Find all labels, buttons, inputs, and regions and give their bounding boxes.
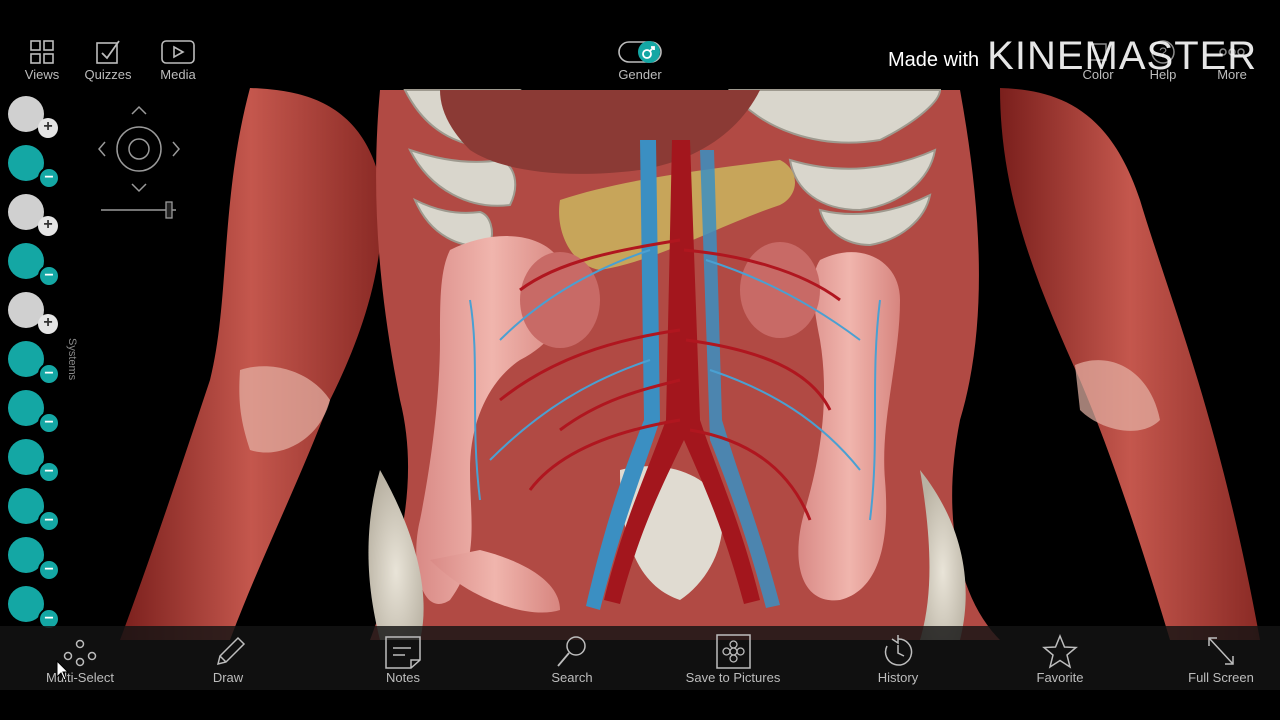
remove-icon: − (38, 412, 60, 434)
search-label: Search (551, 670, 593, 685)
notes-label: Notes (386, 670, 420, 685)
history-button[interactable]: History (838, 626, 958, 690)
system-connective-button[interactable]: + (4, 190, 62, 239)
media-button[interactable]: Media (143, 28, 213, 84)
media-label: Media (160, 67, 196, 82)
color-button[interactable]: Color (1063, 28, 1133, 84)
quizzes-label: Quizzes (84, 67, 132, 82)
help-question-icon: ? (1151, 40, 1175, 64)
gender-toggle-icon (618, 41, 662, 63)
add-icon: + (38, 118, 58, 138)
svg-text:?: ? (1159, 44, 1167, 60)
more-button[interactable]: More (1197, 28, 1267, 84)
system-urinary-button[interactable]: − (4, 533, 62, 582)
color-palette-icon (1089, 43, 1107, 61)
system-reproductive-button[interactable]: − (4, 582, 62, 631)
favorite-button[interactable]: Favorite (1000, 626, 1120, 690)
star-icon (1042, 634, 1078, 669)
help-label: Help (1149, 67, 1177, 82)
color-label: Color (1082, 67, 1114, 82)
gender-toggle[interactable]: Gender (605, 28, 675, 84)
notes-icon (385, 636, 421, 669)
navigation-control (96, 100, 182, 230)
expand-arrows-icon (1208, 637, 1234, 665)
quizzes-button[interactable]: Quizzes (73, 28, 143, 84)
gender-label: Gender (618, 67, 662, 82)
help-button[interactable]: ? Help (1128, 28, 1198, 84)
more-dots-icon (1219, 48, 1245, 56)
system-skeletal-button[interactable]: − (4, 141, 62, 190)
system-respiratory-button[interactable]: − (4, 435, 62, 484)
remove-icon: − (38, 559, 60, 581)
favorite-label: Favorite (1036, 670, 1084, 685)
save-to-pictures-label: Save to Pictures (685, 670, 781, 685)
top-toolbar: Views Quizzes Media Gender Color ? Help … (0, 28, 1280, 84)
multi-select-label: Multi-Select (46, 670, 114, 685)
add-icon: + (38, 216, 58, 236)
search-button[interactable]: Search (512, 626, 632, 690)
rotate-joystick-knob (128, 138, 150, 160)
remove-icon: − (38, 461, 60, 483)
history-clock-icon (884, 635, 913, 666)
rotate-right-icon[interactable] (172, 141, 180, 157)
media-play-icon (161, 40, 195, 64)
anatomy-model (120, 88, 1260, 640)
zoom-slider-handle[interactable] (165, 201, 173, 219)
add-icon: + (38, 314, 58, 334)
quizzes-checkbox-icon (96, 40, 120, 64)
search-icon (557, 636, 586, 667)
pencil-icon (216, 636, 246, 666)
rotate-up-icon[interactable] (131, 105, 147, 115)
systems-label: Systems (66, 338, 78, 381)
notes-button[interactable]: Notes (343, 626, 463, 690)
remove-icon: − (38, 265, 60, 287)
history-label: History (877, 670, 919, 685)
system-cardiovascular-button[interactable]: + (4, 288, 62, 337)
flower-picture-icon (716, 634, 751, 669)
system-nervous-button[interactable]: − (4, 386, 62, 435)
mouse-cursor-icon (56, 660, 70, 681)
rotate-left-icon[interactable] (98, 141, 106, 157)
views-grid-icon (30, 40, 54, 64)
system-digestive-button[interactable]: − (4, 484, 62, 533)
full-screen-button[interactable]: Full Screen (1161, 626, 1280, 690)
multi-select-button[interactable]: Multi-Select (20, 626, 140, 690)
anatomy-3d-viewport[interactable] (0, 0, 1280, 720)
bottom-toolbar: Multi-Select Draw Notes Search Save to P… (0, 626, 1280, 690)
full-screen-label: Full Screen (1188, 670, 1254, 685)
save-to-pictures-button[interactable]: Save to Pictures (673, 626, 793, 690)
draw-label: Draw (212, 670, 244, 685)
draw-button[interactable]: Draw (168, 626, 288, 690)
remove-icon: − (38, 363, 60, 385)
views-button[interactable]: Views (7, 28, 77, 84)
system-lymphatic-button[interactable]: − (4, 337, 62, 386)
rotate-down-icon[interactable] (131, 183, 147, 193)
systems-panel: + − + − + − − − − − − (4, 92, 62, 631)
more-label: More (1217, 67, 1247, 82)
system-muscular-button[interactable]: − (4, 239, 62, 288)
system-skin-button[interactable]: + (4, 92, 62, 141)
navigation-svg (98, 105, 180, 219)
rotate-joystick[interactable] (116, 126, 162, 172)
remove-icon: − (38, 167, 60, 189)
views-label: Views (24, 67, 60, 82)
remove-icon: − (38, 510, 60, 532)
